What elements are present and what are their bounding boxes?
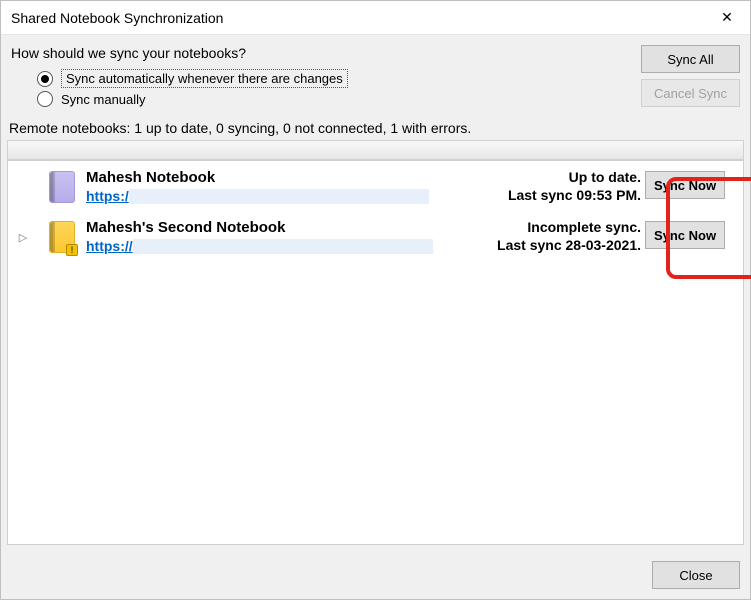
notebook-row[interactable]: Mahesh Notebook https:/ Up to date. Last sy…	[8, 165, 743, 215]
radio-icon	[37, 91, 53, 107]
notebook-main: Mahesh's Second Notebook https://	[86, 219, 477, 254]
sync-now-cell: Sync Now	[645, 219, 737, 249]
radio-auto-label: Sync automatically whenever there are ch…	[61, 69, 348, 88]
sync-all-button[interactable]: Sync All	[641, 45, 740, 73]
notebook-name: Mahesh's Second Notebook	[86, 219, 477, 236]
notebook-icon	[42, 169, 82, 203]
radio-manual-label: Sync manually	[61, 92, 146, 107]
prompt-text: How should we sync your notebooks?	[11, 45, 740, 61]
last-sync-text: Last sync 28-03-2021.	[481, 237, 641, 253]
expand-icon	[8, 169, 38, 205]
notebook-icon: !	[42, 219, 82, 253]
sync-now-button[interactable]: Sync Now	[645, 171, 725, 199]
dialog-footer: Close	[1, 551, 750, 599]
list-header-bar[interactable]	[7, 140, 744, 160]
cancel-sync-button: Cancel Sync	[641, 79, 740, 107]
notebook-main: Mahesh Notebook https:/	[86, 169, 477, 204]
notebook-list: Mahesh Notebook https:/ Up to date. Last sy…	[7, 160, 744, 545]
redacted-region	[129, 189, 429, 204]
status-text: Incomplete sync.	[481, 219, 641, 235]
notebook-status: Incomplete sync. Last sync 28-03-2021.	[481, 219, 641, 253]
sync-now-cell: Sync Now	[645, 169, 737, 199]
last-sync-text: Last sync 09:53 PM.	[481, 187, 641, 203]
notebook-url-link[interactable]: https://	[86, 238, 133, 254]
radio-icon	[37, 71, 53, 87]
redacted-region	[133, 239, 433, 254]
notebook-url-link[interactable]: https:/	[86, 188, 129, 204]
notebook-row[interactable]: ▷! Mahesh's Second Notebook https:// Incomp…	[8, 215, 743, 265]
close-button[interactable]: Close	[652, 561, 740, 589]
window-title: Shared Notebook Synchronization	[11, 10, 704, 26]
options-region: How should we sync your notebooks? Sync …	[1, 35, 750, 114]
notebook-name: Mahesh Notebook	[86, 169, 477, 186]
dialog-window: Shared Notebook Synchronization ✕ How sh…	[0, 0, 751, 600]
close-icon[interactable]: ✕	[704, 1, 750, 35]
radio-sync-manual[interactable]: Sync manually	[37, 91, 740, 107]
notebook-status: Up to date. Last sync 09:53 PM.	[481, 169, 641, 203]
remote-status-text: Remote notebooks: 1 up to date, 0 syncin…	[9, 120, 750, 136]
side-buttons: Sync All Cancel Sync	[641, 45, 740, 107]
titlebar: Shared Notebook Synchronization ✕	[1, 1, 750, 35]
sync-now-button[interactable]: Sync Now	[645, 221, 725, 249]
status-text: Up to date.	[481, 169, 641, 185]
radio-sync-auto[interactable]: Sync automatically whenever there are ch…	[37, 69, 740, 88]
expand-icon[interactable]: ▷	[8, 219, 38, 255]
warning-badge-icon: !	[66, 244, 78, 256]
